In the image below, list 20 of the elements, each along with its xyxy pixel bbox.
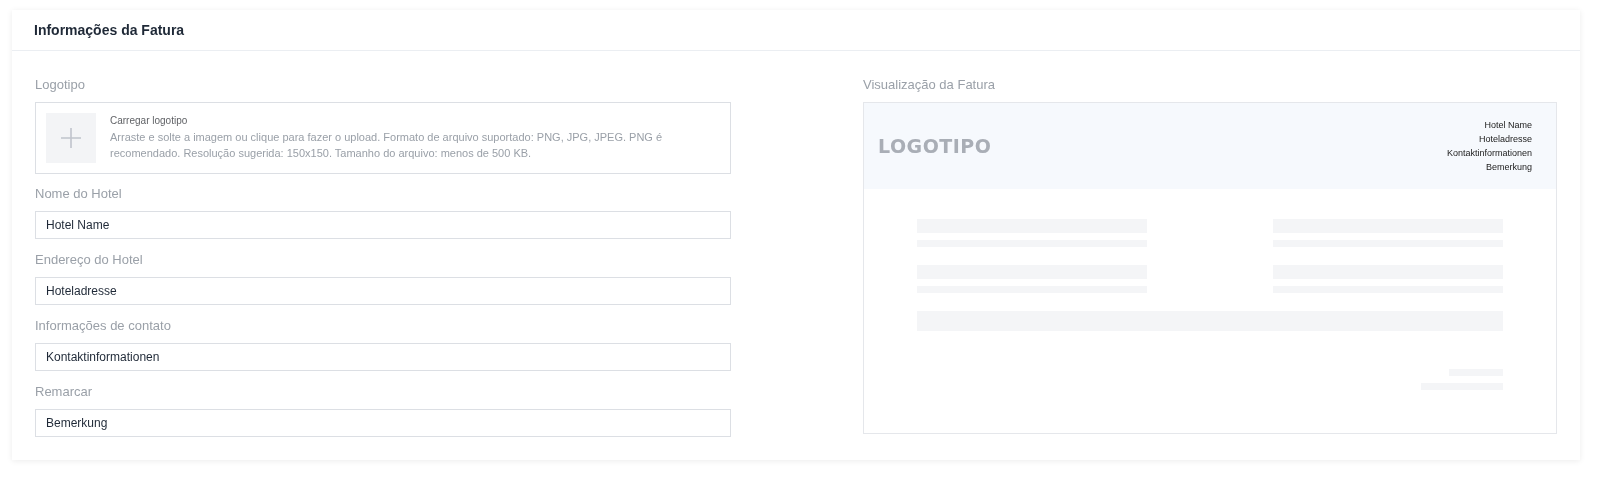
card-title: Informações da Fatura [12, 10, 1580, 51]
field-label: Nome do Hotel [35, 186, 123, 202]
upload-hint: Arraste e solte a imagem ou clique para fazer o upload. Formato de arquivo suportado: PNG, JPG, JPEG. PNG é recomendado. Resolução sugerida: 150x150. Tamanho do arquivo: menos de 500 KB. [110, 130, 664, 161]
preview-text: Hoteladresse [1478, 133, 1532, 146]
plus-icon [46, 113, 96, 163]
preview-label: Visualização da Fatura [863, 77, 996, 93]
upload-title: Carregar logotipo [110, 115, 189, 126]
input-field[interactable]: Kontaktinformationen [35, 343, 731, 371]
input-field[interactable]: Bemerkung [35, 409, 731, 437]
preview-text: Kontaktinformationen [1446, 147, 1532, 160]
logo-text: LOGOTIPO [878, 136, 992, 156]
preview-text: Hotel Name [1484, 119, 1532, 132]
input-field[interactable]: Hoteladresse [35, 277, 731, 305]
upload-area[interactable] [35, 102, 731, 174]
field-label: Logotipo [35, 77, 86, 93]
field-label: Endereço do Hotel [35, 252, 144, 268]
field-label: Remarcar [35, 384, 94, 400]
field-label: Informações de contato [35, 318, 172, 334]
input-field[interactable]: Hotel Name [35, 211, 731, 239]
preview-text: Bemerkung [1485, 161, 1532, 174]
